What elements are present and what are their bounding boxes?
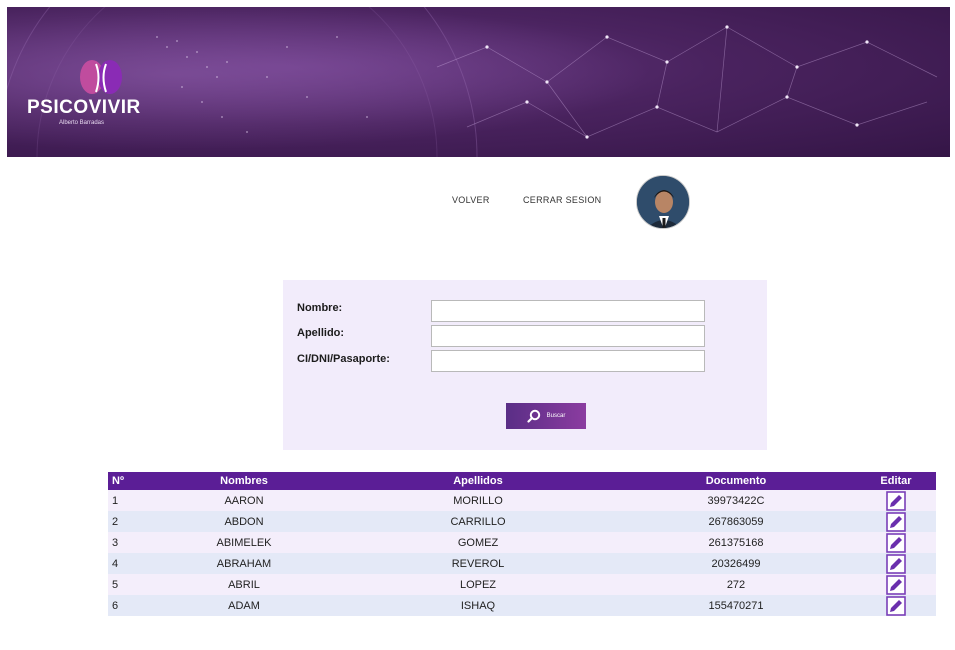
cell-editar [856, 511, 936, 532]
brand-tagline: Alberto Barradas [59, 120, 105, 126]
cell-num: 1 [108, 490, 148, 511]
header-nombres: Nombres [148, 472, 340, 490]
header-documento: Documento [616, 472, 856, 490]
cell-num: 3 [108, 532, 148, 553]
edit-pencil-icon[interactable] [886, 532, 906, 553]
edit-pencil-icon[interactable] [886, 595, 906, 616]
cell-apellidos: MORILLO [340, 490, 616, 511]
table-row: 1 AARON MORILLO 39973422C [108, 490, 936, 511]
logo-butterfly-icon [80, 60, 122, 94]
cell-editar [856, 490, 936, 511]
cell-apellidos: GOMEZ [340, 532, 616, 553]
cell-documento: 20326499 [616, 553, 856, 574]
table-header-row: Nº Nombres Apellidos Documento Editar [108, 472, 936, 490]
apellido-input[interactable] [431, 325, 705, 347]
cell-documento: 267863059 [616, 511, 856, 532]
user-photo-icon [637, 176, 689, 228]
edit-pencil-icon[interactable] [886, 511, 906, 532]
cell-apellidos: REVEROL [340, 553, 616, 574]
top-navigation: VOLVER CERRAR SESION [440, 175, 700, 231]
buscar-button[interactable]: Buscar [506, 403, 586, 429]
documento-input[interactable] [431, 350, 705, 372]
cell-documento: 272 [616, 574, 856, 595]
search-icon [527, 409, 540, 423]
header-apellidos: Apellidos [340, 472, 616, 490]
cell-nombres: ABRAHAM [148, 553, 340, 574]
edit-pencil-icon[interactable] [886, 574, 906, 595]
edit-pencil-icon[interactable] [886, 490, 906, 511]
header-banner: PSICOVIVIR Alberto Barradas [7, 7, 950, 157]
cell-nombres: ABDON [148, 511, 340, 532]
cell-num: 4 [108, 553, 148, 574]
table-row: 3 ABIMELEK GOMEZ 261375168 [108, 532, 936, 553]
cell-editar [856, 574, 936, 595]
brand-name: PSICOVIVIR [27, 97, 141, 118]
cell-apellidos: LOPEZ [340, 574, 616, 595]
cell-apellidos: CARRILLO [340, 511, 616, 532]
cell-nombres: ABRIL [148, 574, 340, 595]
table-row: 6 ADAM ISHAQ 155470271 [108, 595, 936, 616]
cell-editar [856, 532, 936, 553]
cell-documento: 39973422C [616, 490, 856, 511]
search-panel: Nombre: Apellido: CI/DNI/Pasaporte: Busc… [283, 280, 767, 450]
patients-table: Nº Nombres Apellidos Documento Editar 1 … [108, 472, 936, 616]
nombre-input[interactable] [431, 300, 705, 322]
header-num: Nº [108, 472, 148, 490]
buscar-button-label: Buscar [546, 413, 566, 419]
cell-nombres: AARON [148, 490, 340, 511]
cell-editar [856, 553, 936, 574]
table-row: 5 ABRIL LOPEZ 272 [108, 574, 936, 595]
cell-num: 5 [108, 574, 148, 595]
edit-pencil-icon[interactable] [886, 553, 906, 574]
cerrar-sesion-link[interactable]: CERRAR SESION [523, 195, 601, 205]
documento-label: CI/DNI/Pasaporte: [297, 353, 390, 365]
cell-apellidos: ISHAQ [340, 595, 616, 616]
cell-num: 6 [108, 595, 148, 616]
cell-documento: 261375168 [616, 532, 856, 553]
cell-num: 2 [108, 511, 148, 532]
table-row: 2 ABDON CARRILLO 267863059 [108, 511, 936, 532]
table-row: 4 ABRAHAM REVEROL 20326499 [108, 553, 936, 574]
cell-nombres: ADAM [148, 595, 340, 616]
apellido-label: Apellido: [297, 327, 345, 339]
volver-link[interactable]: VOLVER [452, 195, 490, 205]
nombre-label: Nombre: [297, 302, 343, 314]
header-editar: Editar [856, 472, 936, 490]
brand-logo[interactable]: PSICOVIVIR Alberto Barradas [27, 59, 177, 129]
cell-nombres: ABIMELEK [148, 532, 340, 553]
user-avatar[interactable] [636, 175, 690, 229]
cell-documento: 155470271 [616, 595, 856, 616]
cell-editar [856, 595, 936, 616]
